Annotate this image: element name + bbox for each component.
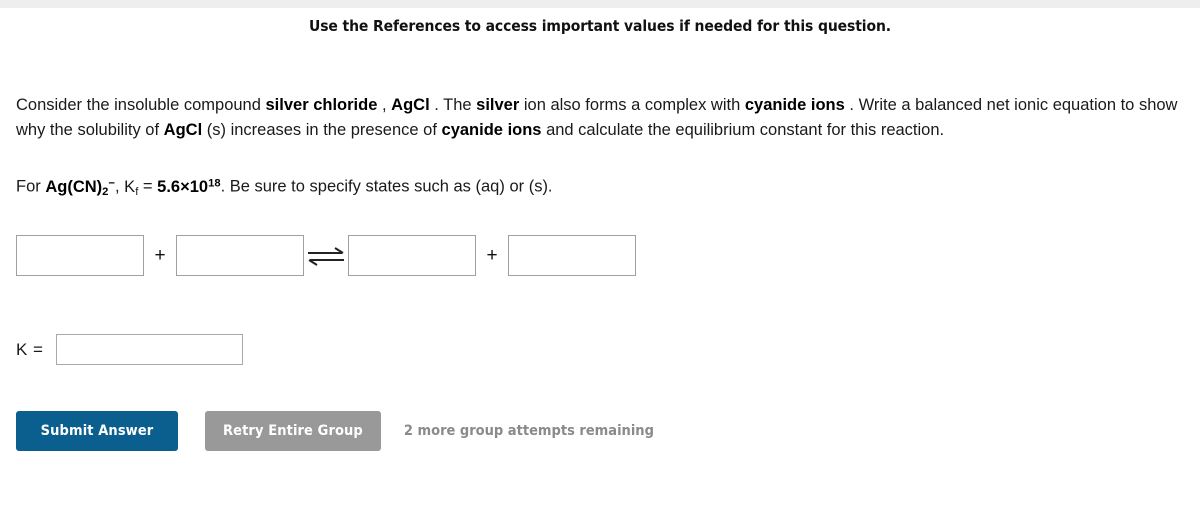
formula-agcl-2: AgCl — [163, 121, 203, 139]
net-ionic-equation-row: + + — [16, 234, 1184, 278]
plus-operator-reactants: + — [154, 245, 166, 267]
kf-symbol-subscript: f — [135, 185, 139, 198]
question-segment-6: (s) increases in the presence of — [202, 121, 442, 139]
action-button-row: Submit Answer Retry Entire Group 2 more … — [16, 410, 1184, 451]
equation-input-product-2[interactable] — [508, 235, 636, 277]
equation-input-reactant-2[interactable] — [176, 235, 304, 277]
equilibrium-constant-row: K = — [16, 334, 1184, 366]
question-segment-3: . The — [429, 96, 477, 114]
top-divider-strip — [0, 0, 1200, 8]
plus-operator-products: + — [486, 245, 498, 267]
equation-input-product-1[interactable] — [348, 235, 476, 277]
kf-mantissa: 5.6×10 — [157, 177, 209, 196]
equation-input-reactant-1[interactable] — [16, 235, 144, 277]
references-notice: Use the References to access important v… — [308, 17, 891, 35]
equilibrium-constant-input[interactable] — [55, 334, 243, 366]
term-cyanide-ions-2: cyanide ions — [441, 121, 542, 139]
kf-symbol: Kf — [124, 177, 139, 198]
term-silver: silver — [476, 96, 520, 114]
k-equals-label: K = — [16, 339, 44, 359]
question-segment-2: , — [377, 96, 392, 114]
formula-agcl-1: AgCl — [391, 96, 430, 114]
kf-value-line: For Ag(CN)2−, Kf = 5.6×1018. Be sure to … — [16, 171, 1184, 204]
submit-answer-button[interactable]: Submit Answer — [16, 410, 178, 451]
retry-entire-group-button[interactable]: Retry Entire Group — [205, 410, 381, 451]
question-segment-4: ion also forms a complex with — [519, 96, 745, 114]
term-cyanide-ions-1: cyanide ions — [744, 96, 845, 114]
for-label: For — [16, 177, 41, 196]
term-silver-chloride: silver chloride — [265, 96, 378, 114]
kf-comma: , — [114, 177, 120, 196]
kf-numeric-value: 5.6×1018 — [157, 177, 221, 196]
equilibrium-arrow-icon — [304, 235, 348, 276]
question-text: Consider the insoluble compound silver c… — [16, 93, 1184, 143]
kf-exponent: 18 — [208, 177, 221, 189]
kf-symbol-base: K — [124, 177, 136, 196]
states-instruction: . Be sure to specify states such as (aq)… — [220, 177, 553, 196]
question-segment-7: and calculate the equilibrium constant f… — [541, 121, 945, 139]
complex-ion-formula: Ag(CN)2− — [45, 177, 115, 198]
question-segment-1: Consider the insoluble compound — [16, 96, 266, 114]
question-content: Consider the insoluble compound silver c… — [0, 93, 1200, 451]
kf-equals-sign: = — [142, 177, 153, 196]
attempts-remaining-text: 2 more group attempts remaining — [403, 422, 654, 439]
complex-formula-base: Ag(CN) — [45, 177, 103, 196]
